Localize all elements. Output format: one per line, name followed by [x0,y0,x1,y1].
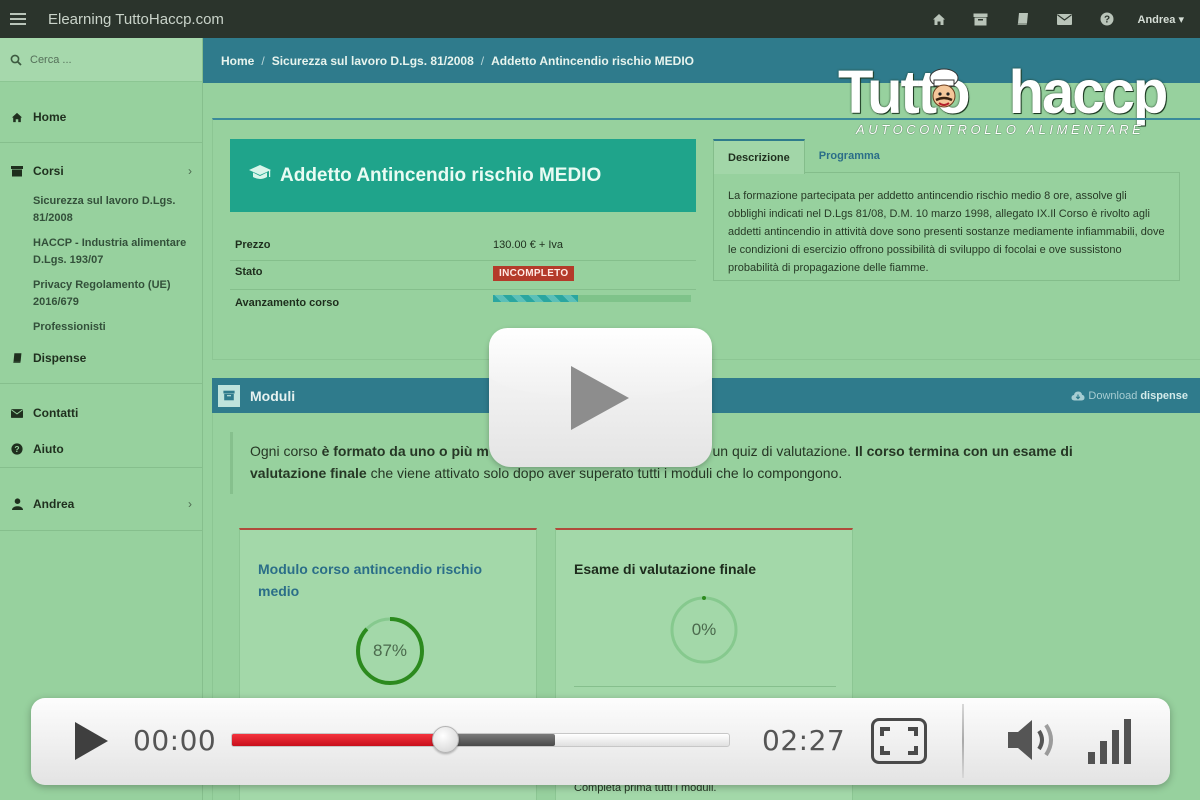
envelope-icon[interactable] [1044,13,1086,25]
search-input[interactable] [30,53,180,66]
status-row: Stato INCOMPLETO [230,261,696,290]
tab-description-content: La formazione partecipata per addetto an… [713,173,1180,281]
envelope-icon [10,408,24,418]
archive-icon[interactable] [960,13,1002,26]
app-title[interactable]: Elearning TuttoHaccp.com [48,11,224,28]
speaker-icon[interactable] [1006,716,1058,764]
sidebar-search [0,38,202,82]
signal-bars-icon[interactable] [1084,718,1134,764]
exam-progress-label: 0% [691,620,717,639]
user-menu[interactable]: Andrea ▾ [1138,13,1184,26]
seek-bar[interactable] [231,733,730,747]
sidebar-course-professionisti[interactable]: Professionisti [0,315,202,340]
book-icon[interactable] [1002,12,1044,26]
module-progress-label: 87% [372,641,408,660]
volume-bar [1112,730,1119,764]
module-title-link[interactable]: Modulo corso antincendio rischio medio [258,558,518,602]
breadcrumb-current: Addetto Antincendio rischio MEDIO [491,53,695,68]
question-icon: ? [10,443,24,455]
sidebar-item-label: Dispense [33,351,87,365]
moduli-title: Moduli [250,387,296,404]
breadcrumb-home[interactable]: Home [221,54,254,68]
status-badge: INCOMPLETO [493,266,575,281]
sidebar-item-label: Corsi [33,164,64,178]
current-time: 00:00 [133,724,217,757]
logo-wordmark: Tutto haccp [838,58,1168,127]
play-icon [571,366,629,430]
chef-icon [929,68,959,108]
video-controls: 00:00 02:27 [31,698,1170,785]
sidebar-item-label: Andrea [33,497,75,511]
course-title: Addetto Antincendio rischio MEDIO [280,164,602,186]
course-tabs: Descrizione Programma [713,139,1180,174]
price-value: 130.00 € + Iva [493,239,564,251]
volume-bar [1100,741,1107,764]
exam-title: Esame di valutazione finale [574,561,757,577]
user-icon [10,498,24,510]
sidebar-item-dispense[interactable]: Dispense [0,340,202,376]
sidebar-item-contatti[interactable]: Contatti [0,395,202,431]
course-info-table: Prezzo 130.00 € + Iva Stato INCOMPLETO A… [230,232,696,319]
course-progress-fill [493,295,579,302]
sidebar: Home Corsi › Sicurezza sul lavoro D.Lgs.… [0,38,203,800]
sidebar-item-label: Home [33,110,67,124]
home-icon [10,112,24,123]
seek-handle[interactable] [431,726,459,753]
sidebar-item-home[interactable]: Home [0,99,202,135]
question-icon[interactable]: ? [1086,12,1128,26]
graduation-cap-icon [248,164,272,187]
played-bar [232,734,446,746]
sidebar-course-privacy[interactable]: Privacy Regolamento (UE) 2016/679 [0,273,202,315]
folder-icon [10,165,24,177]
sidebar-course-sicurezza[interactable]: Sicurezza sul lavoro D.Lgs. 81/2008 [0,189,202,231]
sidebar-item-andrea[interactable]: Andrea › [0,486,202,522]
home-icon[interactable] [918,13,960,26]
course-title-box: Addetto Antincendio rischio MEDIO [230,139,696,212]
search-icon [10,54,22,66]
volume-bar [1124,719,1131,764]
tab-programma[interactable]: Programma [805,139,894,173]
sidebar-item-label: Aiuto [33,442,64,456]
chevron-right-icon: › [188,497,192,511]
archive-icon [218,384,240,407]
sidebar-item-aiuto[interactable]: ? Aiuto [0,431,202,467]
course-progress-bar [493,295,691,302]
sidebar-course-haccp[interactable]: HACCP - Industria alimentare D.Lgs. 193/… [0,231,202,273]
progress-row: Avanzamento corso [230,290,696,319]
download-dispense-link[interactable]: Download dispense [1071,390,1188,402]
tab-descrizione[interactable]: Descrizione [713,139,805,174]
chevron-right-icon: › [188,164,192,178]
module-progress-ring: 87% [355,616,425,686]
sidebar-item-label: Contatti [33,406,79,420]
breadcrumb-category[interactable]: Sicurezza sul lavoro D.Lgs. 81/2008 [272,54,474,68]
svg-text:?: ? [14,444,19,454]
sidebar-item-corsi[interactable]: Corsi › [0,153,202,189]
top-navbar: Elearning TuttoHaccp.com ? Andrea ▾ [0,0,1200,38]
duration: 02:27 [762,724,846,757]
book-icon [10,352,24,364]
volume-bar [1088,752,1095,764]
cloud-download-icon [1071,391,1085,400]
exam-progress-ring: 0% [669,595,739,665]
big-play-button[interactable] [489,328,712,467]
menu-icon[interactable] [0,0,36,38]
price-row: Prezzo 130.00 € + Iva [230,232,696,261]
svg-text:?: ? [1103,15,1109,26]
play-icon[interactable] [75,722,108,760]
fullscreen-icon[interactable] [871,718,927,764]
